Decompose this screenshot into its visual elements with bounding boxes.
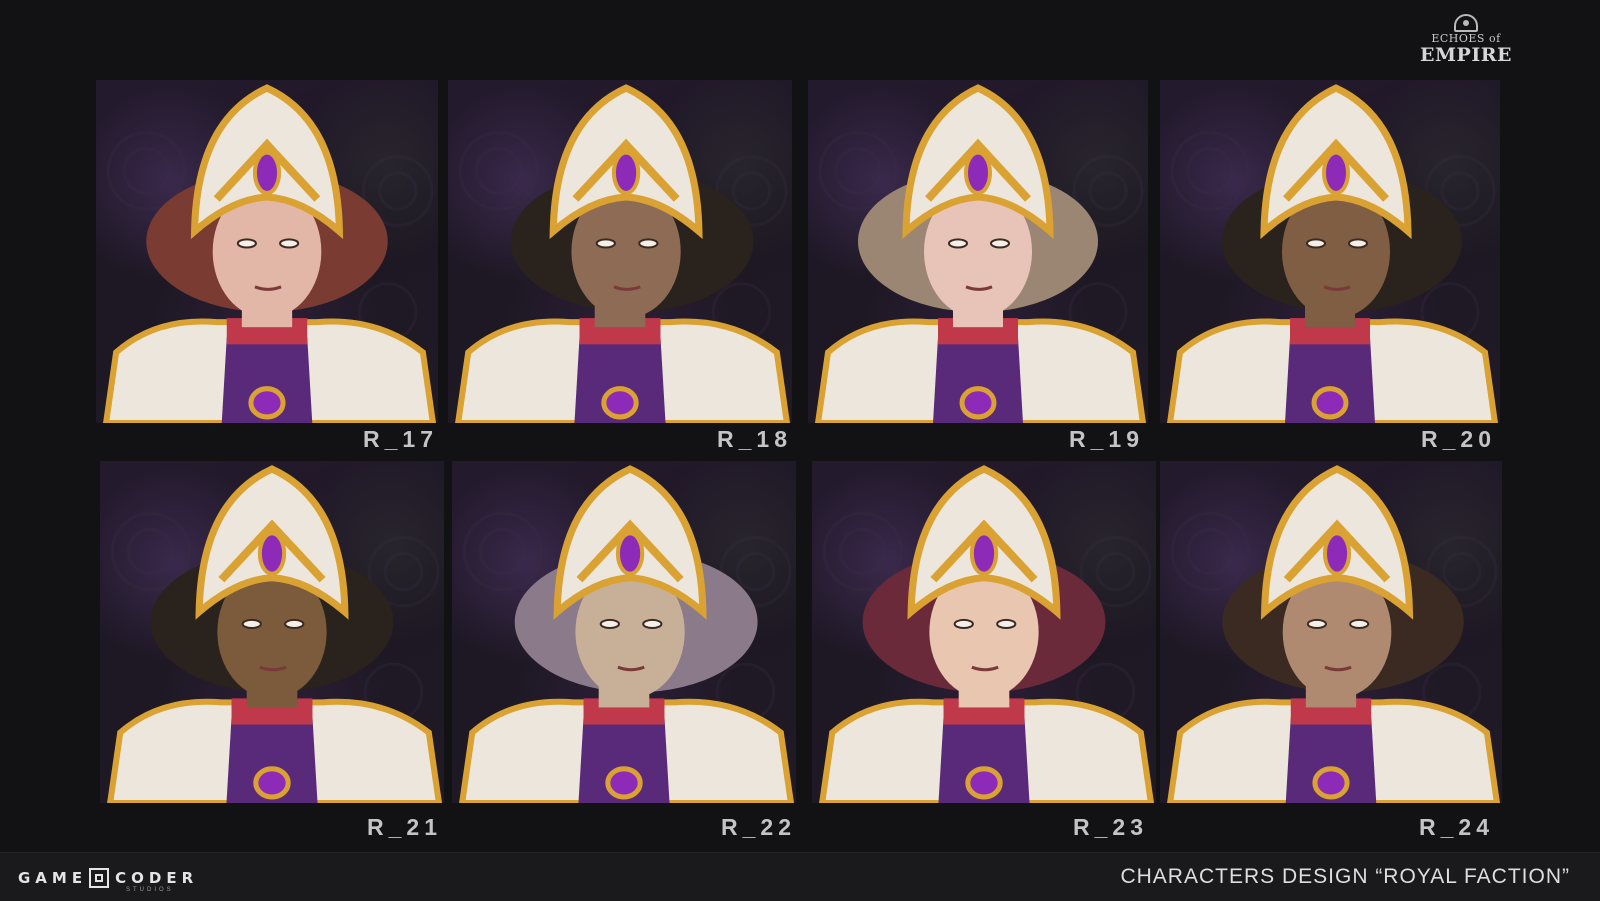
portrait-illustration: [819, 465, 1155, 803]
footer-bar: GAME CODER STUDIOS CHARACTERS DESIGN “RO…: [0, 852, 1600, 901]
portrait-card-r17: [96, 80, 438, 423]
chest-gem: [248, 386, 286, 420]
right-eye: [279, 238, 300, 249]
portrait-card-r18: [448, 80, 792, 423]
portrait-illustration: [814, 84, 1147, 423]
studio-word-coder: CODER: [115, 869, 199, 887]
crest-icon: [1454, 14, 1478, 32]
left-eye: [1306, 238, 1326, 249]
helmet-gem: [252, 150, 282, 196]
left-eye: [948, 238, 968, 249]
left-eye: [236, 238, 257, 249]
helmet-gem: [969, 531, 999, 576]
portrait-label-r24: R_24: [1419, 814, 1494, 840]
left-eye: [241, 618, 262, 629]
helmet-gem: [611, 150, 641, 196]
helmet-gem: [964, 150, 992, 196]
helmet-gem: [1322, 150, 1350, 196]
helmet-gem: [615, 531, 645, 576]
portrait-card-r21: [100, 461, 444, 803]
studio-sub: STUDIOS: [126, 887, 174, 893]
right-eye: [996, 618, 1017, 629]
portrait-label-r21: R_21: [367, 814, 442, 840]
portrait-label-r19: R_19: [1069, 426, 1144, 452]
game-logo-line2: EMPIRE: [1420, 44, 1512, 66]
chest-gem: [601, 386, 639, 420]
studio-mark-icon: [89, 868, 110, 888]
studio-word-game: GAME: [18, 869, 88, 887]
portrait-illustration: [103, 84, 437, 423]
left-eye: [1306, 618, 1327, 629]
left-eye: [595, 238, 616, 249]
portrait-card-r20: [1160, 80, 1500, 423]
chest-gem: [965, 766, 1003, 800]
portrait-card-r19: [808, 80, 1148, 423]
portrait-card-r22: [452, 461, 796, 803]
right-eye: [638, 238, 659, 249]
portrait-label-r17: R_17: [363, 426, 438, 452]
helmet-gem: [257, 531, 287, 576]
helmet-gem: [1322, 531, 1352, 576]
chest-gem: [959, 386, 997, 420]
left-eye: [599, 618, 620, 629]
chest-gem: [605, 766, 643, 800]
portrait-illustration: [1167, 465, 1501, 803]
page-title: CHARACTERS DESIGN “ROYAL FACTION”: [1120, 865, 1570, 888]
portrait-illustration: [1166, 84, 1499, 423]
portrait-card-r23: [812, 461, 1156, 803]
right-eye: [1348, 238, 1368, 249]
game-coder-studios-logo: GAME CODER STUDIOS: [18, 865, 199, 893]
right-eye: [1349, 618, 1370, 629]
right-eye: [642, 618, 663, 629]
portrait-card-r24: [1160, 461, 1502, 803]
portrait-illustration: [107, 465, 443, 803]
chest-gem: [1312, 766, 1350, 800]
right-eye: [284, 618, 305, 629]
portrait-label-r20: R_20: [1421, 426, 1496, 452]
portrait-illustration: [459, 465, 795, 803]
right-eye: [990, 238, 1010, 249]
chest-gem: [1311, 386, 1349, 420]
left-eye: [953, 618, 974, 629]
portrait-label-r22: R_22: [721, 814, 796, 840]
portrait-label-r23: R_23: [1073, 814, 1148, 840]
portrait-illustration: [455, 84, 791, 423]
chest-gem: [253, 766, 291, 800]
echoes-of-empire-logo: ECHOES of EMPIRE: [1418, 14, 1514, 70]
portrait-label-r18: R_18: [717, 426, 792, 452]
